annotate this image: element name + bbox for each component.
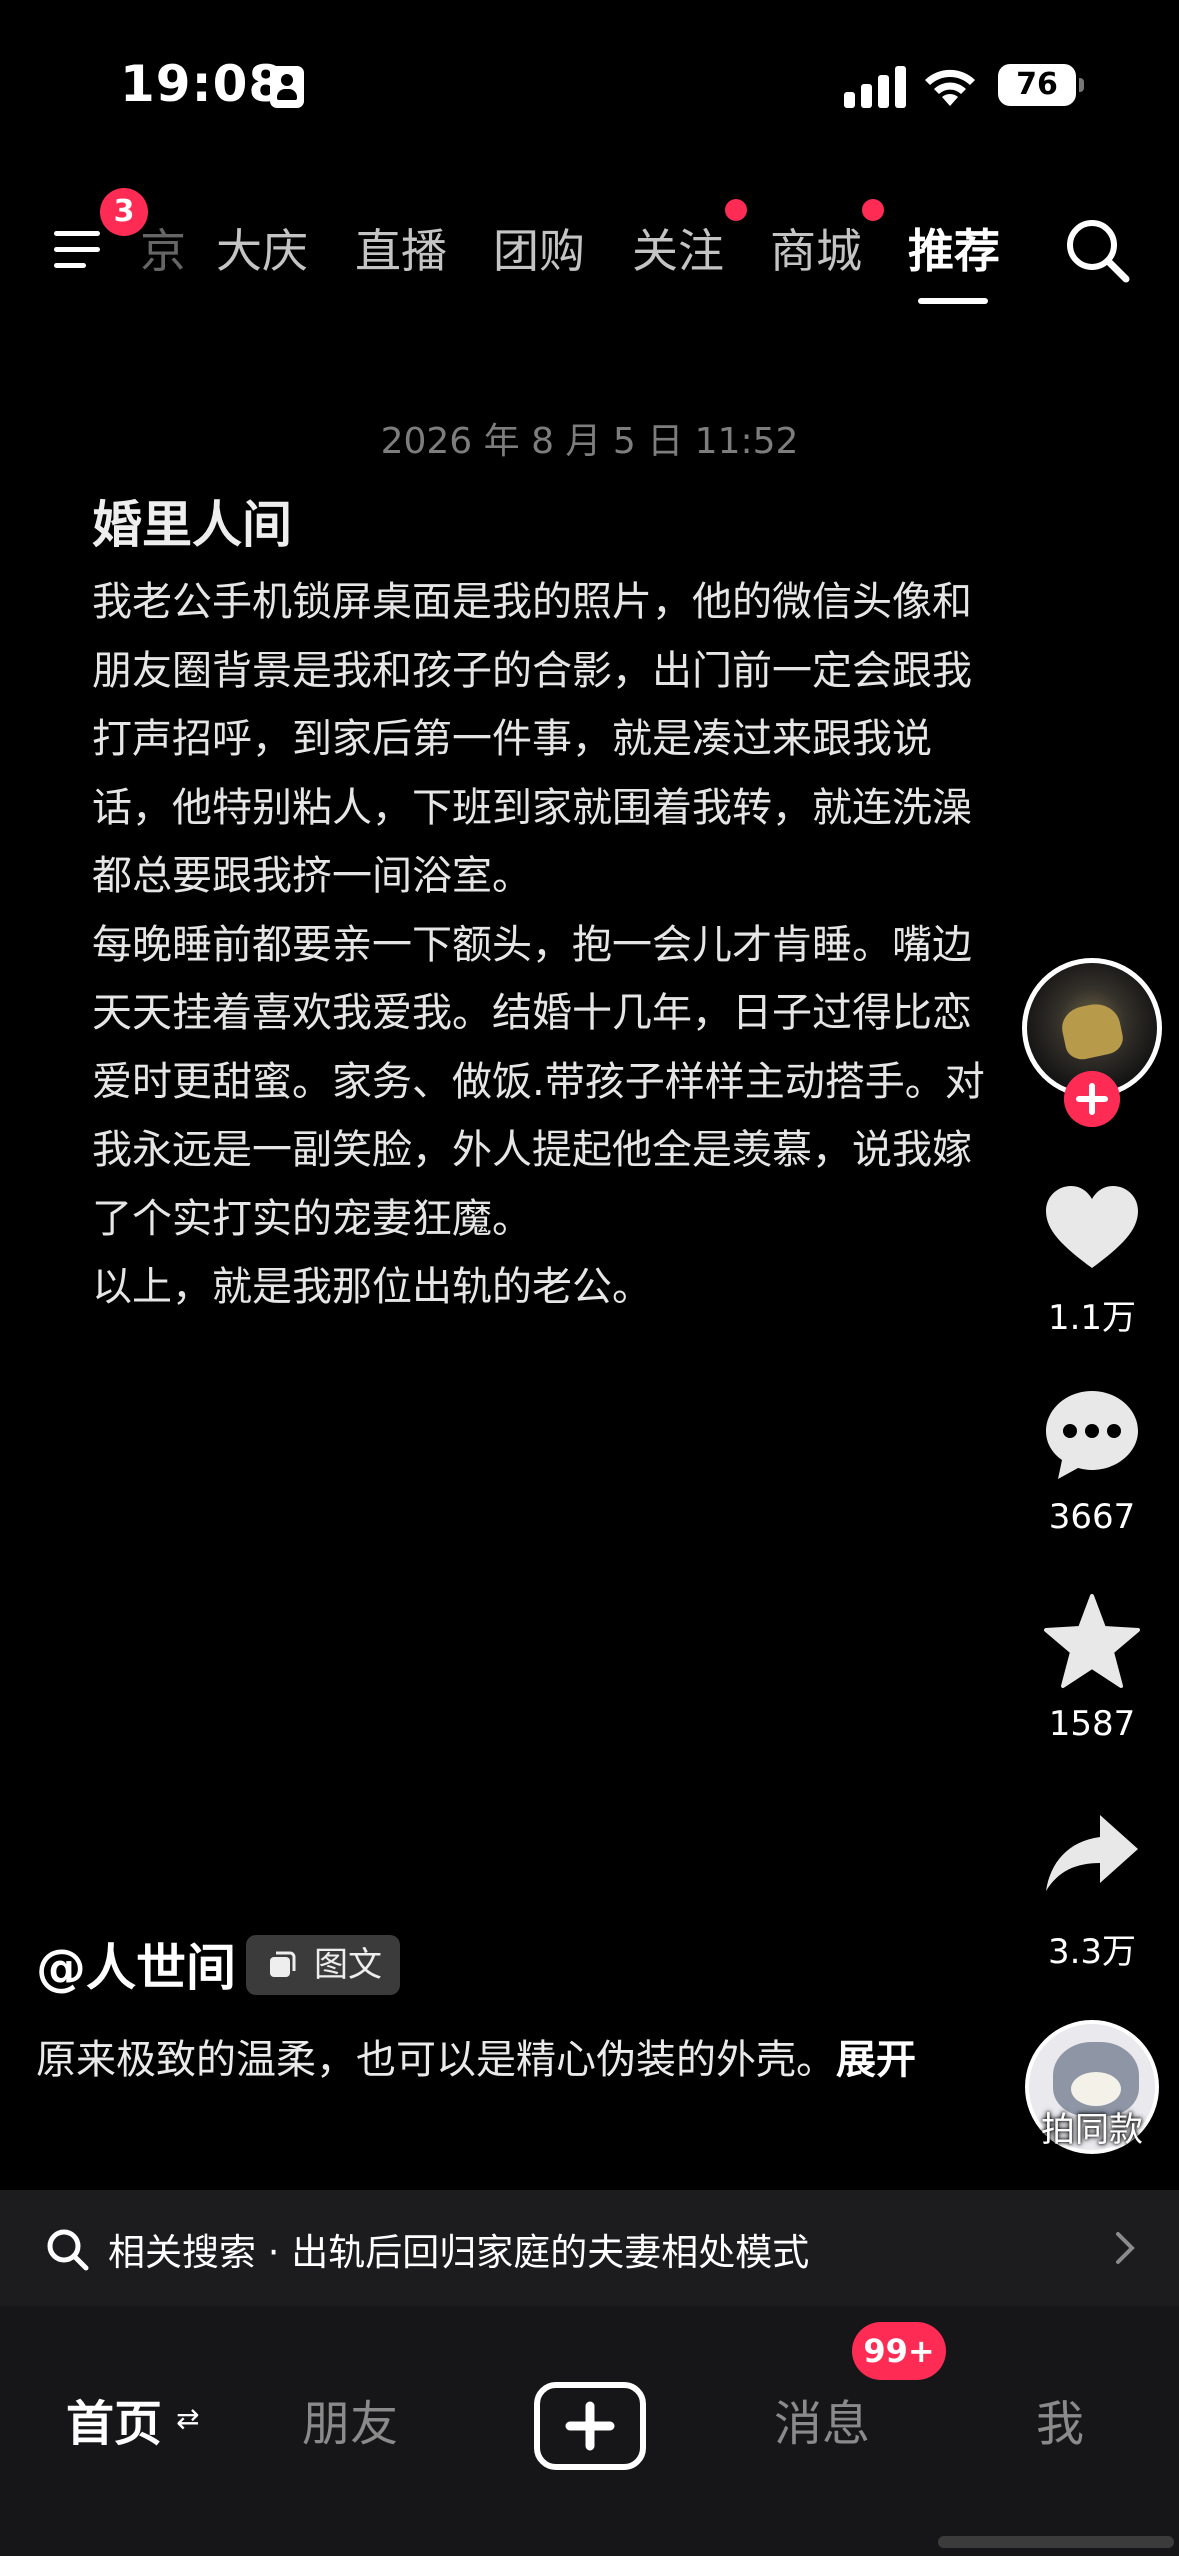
menu-badge: 3 [100,188,148,236]
wifi-icon [925,69,975,106]
chevron-right-icon [1116,2232,1135,2264]
active-tab-indicator [918,298,988,304]
avatar-image [1058,999,1126,1063]
tab-messages[interactable]: 消息 [774,2384,870,2454]
messages-badge: 99+ [852,2322,946,2380]
post-line: 每晚睡前都要亲一下额头，抱一会儿才肯睡。嘴边 [92,921,972,968]
image-text-icon [270,1951,296,1977]
like-count: 1.1万 [1047,1298,1137,1338]
remake-label: 拍同款 [1041,2110,1143,2150]
comment-icon[interactable] [1042,1385,1142,1485]
cellular-signal-icon [844,64,906,108]
tab-mall[interactable]: 商城 [770,215,862,281]
post-line: 我老公手机锁屏桌面是我的照片，他的微信头像和 [92,579,972,625]
create-button[interactable] [534,2382,646,2470]
tab-city-partial[interactable]: 京 [140,215,186,281]
post-type-label: 图文 [314,1945,382,1985]
share-count: 3.3万 [1047,1932,1137,1972]
tab-live[interactable]: 直播 [355,215,447,281]
post-title: 婚里人间 [92,496,292,554]
bottom-tab-bar: 首页 ⇄ 朋友 消息 我 [0,2306,1179,2556]
search-icon[interactable] [1062,215,1132,285]
share-arrow-icon[interactable] [1042,1805,1142,1905]
tab-me[interactable]: 我 [1036,2384,1084,2454]
post-caption: 原来极致的温柔，也可以是精心伪装的外壳。展开 [36,2030,916,2090]
post-line: 了个实打实的宠妻狂魔。 [92,1195,532,1242]
post-body: 我老公手机锁屏桌面是我的照片，他的微信头像和 朋友圈背景是我和孩子的合影，出门前… [92,568,1062,1322]
related-search-label: 相关搜索 · 出轨后回归家庭的夫妻相处模式 [108,2231,810,2274]
tab-group-buy[interactable]: 团购 [493,215,585,281]
tab-recommended[interactable]: 推荐 [908,215,1000,281]
feed-switch-icon[interactable]: ⇄ [176,2402,199,2435]
author-handle[interactable]: @人世间 [36,1928,236,2000]
caption-text: 原来极致的温柔，也可以是精心伪装的外壳。 [36,2037,836,2083]
plus-icon [565,2401,615,2451]
post-line: 话，他特别粘人，下班到家就围着我转，就连洗澡 [92,784,972,831]
expand-link[interactable]: 展开 [836,2037,916,2083]
mall-notification-dot [862,199,884,221]
post-line: 以上，就是我那位出轨的老公。 [92,1264,652,1310]
status-bar: 19:08 76 [0,0,1179,175]
tab-following[interactable]: 关注 [632,215,724,281]
favorite-count: 1587 [1048,1704,1136,1744]
related-search-bar[interactable]: 相关搜索 · 出轨后回归家庭的夫妻相处模式 [0,2190,1179,2306]
search-icon [47,2229,89,2271]
following-notification-dot [725,199,747,221]
top-nav: 京 大庆 直播 团购 关注 商城 推荐 [0,185,1179,315]
post-type-badge: 图文 [246,1935,400,1995]
tab-friends[interactable]: 朋友 [302,2384,398,2454]
post-date: 2026 年 8 月 5 日 11:52 [380,421,799,462]
favorite-star-icon[interactable] [1042,1592,1142,1692]
post-line: 打声招呼，到家后第一件事，就是凑过来跟我说 [92,716,932,762]
post-line: 我永远是一副笑脸，外人提起他全是羡慕，说我嫁 [92,1127,972,1173]
status-time: 19:08 [120,55,285,113]
post-line: 天天挂着喜欢我爱我。结婚十几年，日子过得比恋 [92,990,972,1036]
contact-card-icon [270,66,304,108]
post-line: 都总要跟我挤一间浴室。 [92,853,532,899]
tab-home[interactable]: 首页 [66,2384,162,2454]
tab-daqing[interactable]: 大庆 [216,215,308,281]
comment-count: 3667 [1048,1497,1136,1537]
post-line: 爱时更甜蜜。家务、做饭.带孩子样样主动搭手。对 [92,1058,985,1105]
like-heart-icon[interactable] [1042,1180,1142,1280]
home-indicator [938,2536,1174,2548]
battery-indicator: 76 [998,64,1084,106]
follow-plus-icon[interactable] [1064,1071,1120,1127]
post-line: 朋友圈背景是我和孩子的合影，出门前一定会跟我 [92,647,972,694]
